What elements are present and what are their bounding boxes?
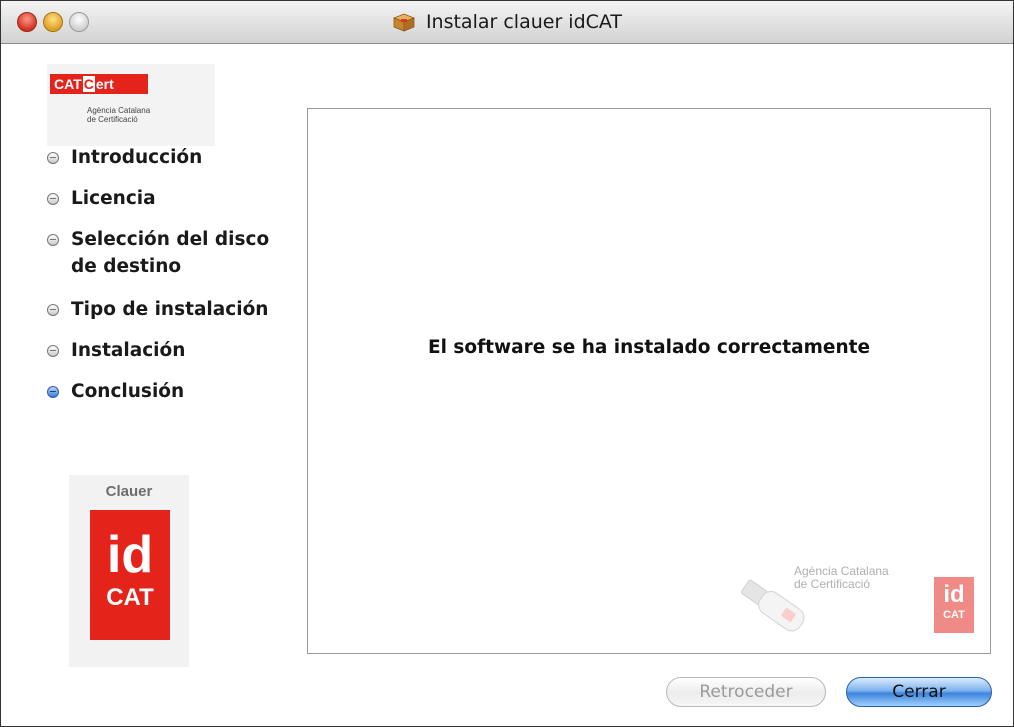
close-button[interactable]: Cerrar bbox=[846, 677, 992, 707]
step-label: Selección del disco de destino bbox=[71, 229, 270, 277]
step-bullet-icon bbox=[47, 193, 59, 205]
watermark-idcat-mark: id CAT bbox=[934, 577, 974, 633]
step-bullet-icon bbox=[47, 234, 59, 246]
window-title: Instalar clauer idCAT bbox=[425, 11, 623, 33]
window-title-group: Instalar clauer idCAT bbox=[1, 1, 1013, 43]
step-label: Conclusión bbox=[71, 381, 185, 402]
catcert-logo: CAT Cert Agència Catalana de Certificació bbox=[47, 64, 215, 146]
title-bar[interactable]: Instalar clauer idCAT bbox=[1, 1, 1013, 44]
step-label: Instalación bbox=[71, 340, 186, 361]
agency-watermark: Agència Catalana de Certificació id CAT bbox=[730, 553, 980, 643]
step-installation-type: Tipo de instalación bbox=[45, 296, 295, 323]
success-message: El software se ha instalado correctament… bbox=[427, 337, 871, 358]
clauer-idcat-logo: Clauer id CAT bbox=[69, 475, 189, 667]
installer-window: Instalar clauer idCAT CAT Cert Agència Ca… bbox=[0, 0, 1014, 727]
clauer-label: Clauer bbox=[105, 483, 153, 500]
step-label: Tipo de instalación bbox=[71, 299, 269, 320]
installer-steps: Introducción Licencia Selección del disc… bbox=[45, 144, 295, 419]
step-introduction: Introducción bbox=[45, 144, 295, 171]
watermark-agency-text: Agència Catalana de Certificació bbox=[794, 564, 889, 591]
idcat-mark: id CAT bbox=[90, 510, 170, 640]
step-license: Licencia bbox=[45, 185, 295, 212]
step-destination-select: Selección del disco de destino bbox=[45, 226, 295, 280]
package-icon bbox=[392, 13, 416, 32]
back-button[interactable]: Retroceder bbox=[666, 677, 826, 707]
catcert-subtitle: Agència Catalana de Certificació bbox=[87, 106, 151, 124]
step-conclusion: Conclusión bbox=[45, 378, 295, 405]
step-bullet-icon bbox=[47, 152, 59, 164]
content-panel: El software se ha instalado correctament… bbox=[307, 108, 991, 654]
step-installation: Instalación bbox=[45, 337, 295, 364]
step-bullet-active-icon bbox=[47, 386, 59, 398]
step-label: Introducción bbox=[71, 147, 203, 168]
catcert-brand-mark: CAT Cert bbox=[50, 74, 148, 94]
step-bullet-icon bbox=[47, 345, 59, 357]
step-label: Licencia bbox=[71, 188, 156, 209]
step-bullet-icon bbox=[47, 304, 59, 316]
